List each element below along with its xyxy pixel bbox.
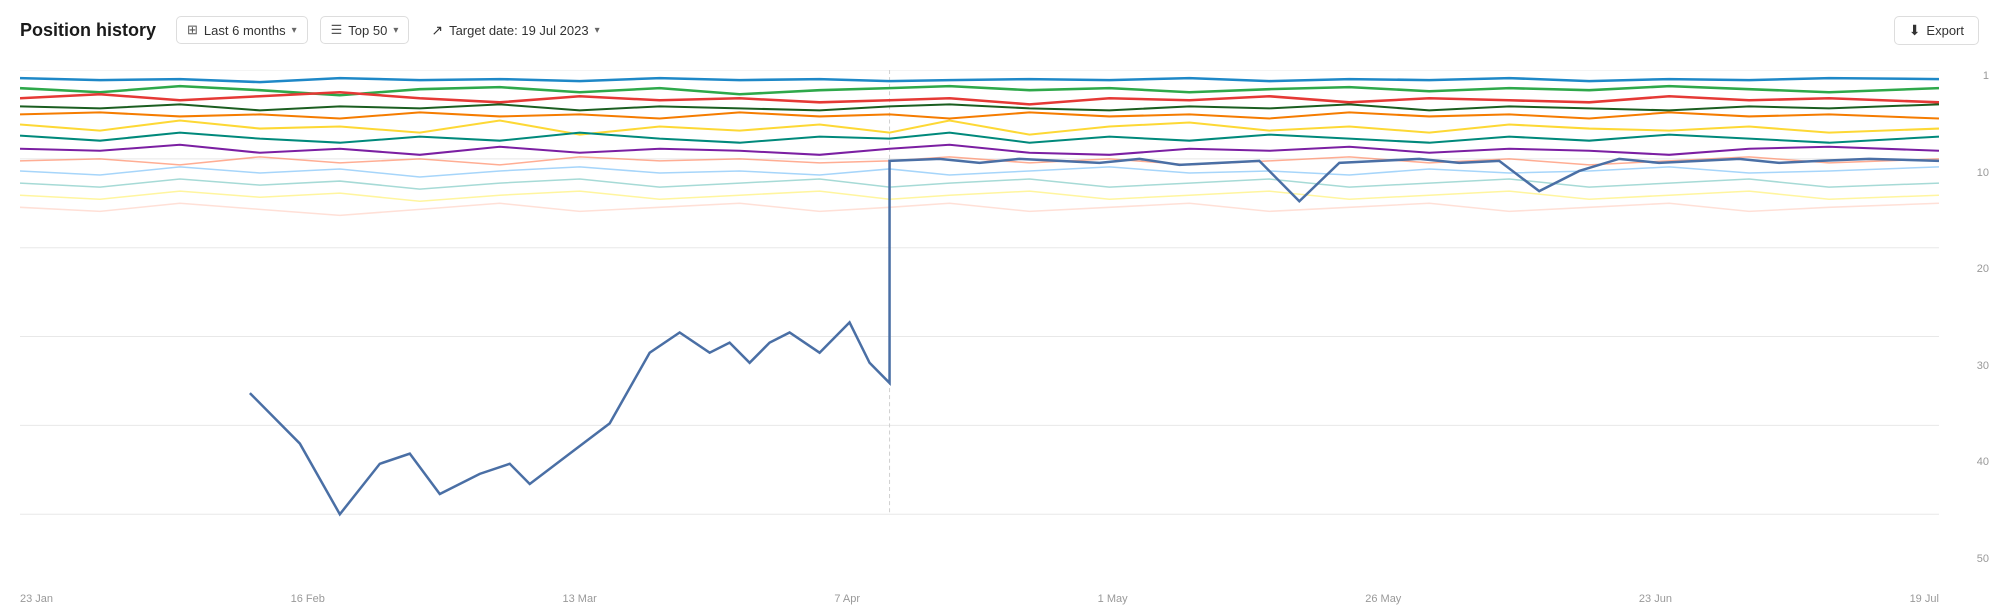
header-controls: ⊞ Last 6 months ▾ ☰ Top 50 ▾ ↗ Target da…: [176, 16, 610, 44]
target-chevron-icon: ▾: [595, 25, 600, 36]
trend-icon: ↗: [431, 22, 443, 39]
target-date-button[interactable]: ↗ Target date: 19 Jul 2023 ▾: [421, 17, 609, 44]
page-title: Position history: [20, 20, 156, 41]
position-history-chart: [20, 70, 1939, 565]
top-chevron-icon: ▾: [393, 25, 398, 36]
list-icon: ☰: [331, 22, 343, 38]
calendar-icon: ⊞: [187, 22, 198, 38]
export-label: Export: [1926, 23, 1964, 38]
period-chevron-icon: ▾: [292, 25, 297, 36]
top-filter-button[interactable]: ☰ Top 50 ▾: [320, 16, 410, 44]
y-label-30: 30: [1977, 360, 1989, 372]
header: Position history ⊞ Last 6 months ▾ ☰ Top…: [0, 0, 1999, 60]
y-label-10: 10: [1977, 167, 1989, 179]
chart-area: 1 10 20 30 40 50 23 Jan 16 Feb 13 Mar 7 …: [0, 60, 1999, 615]
y-axis-labels: 1 10 20 30 40 50: [1977, 70, 1989, 565]
period-label: Last 6 months: [204, 23, 286, 38]
y-label-1: 1: [1977, 70, 1989, 82]
y-label-40: 40: [1977, 456, 1989, 468]
target-date-label: Target date: 19 Jul 2023: [449, 23, 589, 38]
app-container: Position history ⊞ Last 6 months ▾ ☰ Top…: [0, 0, 1999, 599]
export-button[interactable]: ⬇ Export: [1894, 16, 1979, 45]
top-label: Top 50: [348, 23, 387, 38]
y-label-20: 20: [1977, 263, 1989, 275]
export-icon: ⬇: [1909, 22, 1921, 39]
y-label-50: 50: [1977, 553, 1989, 565]
period-filter-button[interactable]: ⊞ Last 6 months ▾: [176, 16, 308, 44]
